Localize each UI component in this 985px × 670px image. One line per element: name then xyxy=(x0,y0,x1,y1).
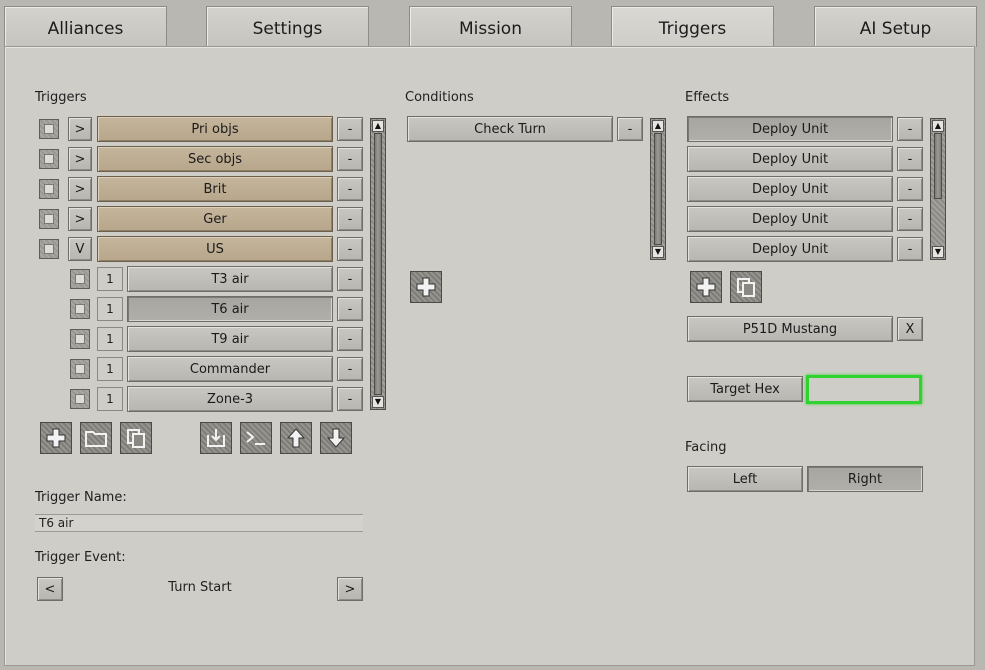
effect-button-selected[interactable]: Deploy Unit xyxy=(687,116,893,142)
conditions-scrollbar[interactable]: ▲ ▼ xyxy=(650,118,666,260)
triggers-scrollbar[interactable]: ▲ ▼ xyxy=(370,118,386,410)
clear-unit-button[interactable]: X xyxy=(897,317,923,341)
facing-right-button[interactable]: Right xyxy=(807,466,923,492)
copy-icon[interactable] xyxy=(730,271,762,303)
remove-button[interactable]: - xyxy=(337,177,363,201)
trigger-group-button[interactable]: Ger xyxy=(97,206,333,232)
remove-button[interactable]: - xyxy=(897,147,923,171)
condition-button[interactable]: Check Turn xyxy=(407,116,613,142)
unit-select-button[interactable]: P51D Mustang xyxy=(687,316,893,342)
remove-button[interactable]: - xyxy=(337,207,363,231)
enable-checkbox[interactable] xyxy=(39,119,59,139)
remove-button[interactable]: - xyxy=(897,207,923,231)
trigger-item-button[interactable]: Zone-3 xyxy=(127,386,333,412)
scroll-down-icon[interactable]: ▼ xyxy=(372,396,384,408)
trigger-group-button[interactable]: Pri objs xyxy=(97,116,333,142)
enable-checkbox[interactable] xyxy=(70,269,90,289)
scroll-thumb[interactable] xyxy=(374,133,382,395)
remove-button[interactable]: - xyxy=(337,327,363,351)
target-hex-field[interactable] xyxy=(806,375,922,404)
trigger-group-button[interactable]: Sec objs xyxy=(97,146,333,172)
expand-toggle[interactable]: > xyxy=(68,117,92,141)
effect-button[interactable]: Deploy Unit xyxy=(687,146,893,172)
console-icon[interactable] xyxy=(240,422,272,454)
remove-button[interactable]: - xyxy=(337,237,363,261)
remove-button[interactable]: - xyxy=(337,117,363,141)
expand-toggle[interactable]: > xyxy=(68,147,92,171)
tab-alliances[interactable]: Alliances xyxy=(4,6,167,47)
trigger-group-button[interactable]: Brit xyxy=(97,176,333,202)
remove-button[interactable]: - xyxy=(337,297,363,321)
scroll-up-icon[interactable]: ▲ xyxy=(652,120,664,132)
trigger-count: 1 xyxy=(97,327,123,351)
remove-button[interactable]: - xyxy=(897,177,923,201)
arrow-down-icon[interactable] xyxy=(320,422,352,454)
tab-settings[interactable]: Settings xyxy=(206,6,369,47)
folder-icon[interactable] xyxy=(80,422,112,454)
enable-checkbox[interactable] xyxy=(39,239,59,259)
effect-button[interactable]: Deploy Unit xyxy=(687,236,893,262)
trigger-event-value: Turn Start xyxy=(168,580,232,595)
scroll-up-icon[interactable]: ▲ xyxy=(372,120,384,132)
trigger-count: 1 xyxy=(97,387,123,411)
add-icon[interactable] xyxy=(40,422,72,454)
trigger-item-button[interactable]: T9 air xyxy=(127,326,333,352)
remove-button[interactable]: - xyxy=(337,147,363,171)
import-icon[interactable] xyxy=(200,422,232,454)
triggers-header: Triggers xyxy=(35,90,87,105)
trigger-name-label: Trigger Name: xyxy=(35,490,127,505)
remove-button[interactable]: - xyxy=(337,267,363,291)
trigger-item-button[interactable]: T3 air xyxy=(127,266,333,292)
tab-triggers[interactable]: Triggers xyxy=(611,6,774,47)
scroll-down-icon[interactable]: ▼ xyxy=(652,246,664,258)
facing-label: Facing xyxy=(685,440,727,455)
trigger-item-button[interactable]: Commander xyxy=(127,356,333,382)
add-icon[interactable] xyxy=(690,271,722,303)
remove-button[interactable]: - xyxy=(337,357,363,381)
trigger-count: 1 xyxy=(97,357,123,381)
enable-checkbox[interactable] xyxy=(70,299,90,319)
trigger-item-button-selected[interactable]: T6 air xyxy=(127,296,333,322)
trigger-count: 1 xyxy=(97,267,123,291)
scroll-up-icon[interactable]: ▲ xyxy=(932,120,944,132)
expand-toggle[interactable]: V xyxy=(68,237,92,261)
effect-button[interactable]: Deploy Unit xyxy=(687,176,893,202)
expand-toggle[interactable]: > xyxy=(68,207,92,231)
facing-left-button[interactable]: Left xyxy=(687,466,803,492)
scroll-thumb[interactable] xyxy=(654,133,662,245)
trigger-event-label: Trigger Event: xyxy=(35,550,126,565)
trigger-group-button[interactable]: US xyxy=(97,236,333,262)
conditions-header: Conditions xyxy=(405,90,474,105)
event-prev-button[interactable]: < xyxy=(37,577,63,601)
enable-checkbox[interactable] xyxy=(39,149,59,169)
tab-ai-setup[interactable]: AI Setup xyxy=(814,6,977,47)
remove-button[interactable]: - xyxy=(337,387,363,411)
remove-button[interactable]: - xyxy=(617,117,643,141)
target-hex-button[interactable]: Target Hex xyxy=(687,376,803,402)
enable-checkbox[interactable] xyxy=(39,179,59,199)
enable-checkbox[interactable] xyxy=(70,329,90,349)
remove-button[interactable]: - xyxy=(897,237,923,261)
trigger-name-field[interactable]: T6 air xyxy=(35,514,363,532)
enable-checkbox[interactable] xyxy=(70,359,90,379)
trigger-count: 1 xyxy=(97,297,123,321)
scroll-down-icon[interactable]: ▼ xyxy=(932,246,944,258)
event-next-button[interactable]: > xyxy=(337,577,363,601)
effects-header: Effects xyxy=(685,90,730,105)
copy-icon[interactable] xyxy=(120,422,152,454)
effect-button[interactable]: Deploy Unit xyxy=(687,206,893,232)
enable-checkbox[interactable] xyxy=(70,389,90,409)
tab-mission[interactable]: Mission xyxy=(409,6,572,47)
expand-toggle[interactable]: > xyxy=(68,177,92,201)
arrow-up-icon[interactable] xyxy=(280,422,312,454)
add-icon[interactable] xyxy=(410,271,442,303)
scroll-thumb[interactable] xyxy=(934,133,942,199)
enable-checkbox[interactable] xyxy=(39,209,59,229)
remove-button[interactable]: - xyxy=(897,117,923,141)
effects-scrollbar[interactable]: ▲ ▼ xyxy=(930,118,946,260)
